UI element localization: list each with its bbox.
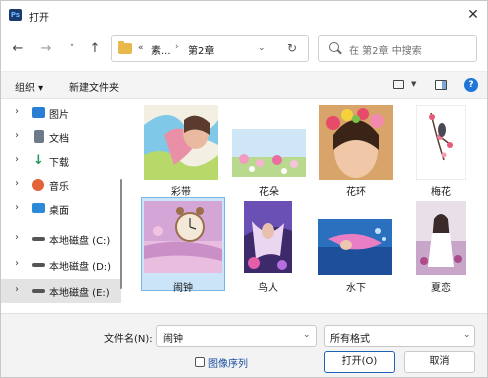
image-sequence-checkbox[interactable] <box>195 357 205 367</box>
breadcrumb-item[interactable]: 素... <box>151 42 171 57</box>
breadcrumb-overflow[interactable]: « <box>138 43 144 53</box>
search-placeholder: 在 第2章 中搜索 <box>349 46 422 57</box>
image-sequence-label[interactable]: 图像序列 <box>208 355 248 370</box>
filename-label: 文件名(N): <box>104 334 153 345</box>
image-thumbnail-plum <box>415 104 467 181</box>
file-name[interactable]: 梅花 <box>401 183 481 198</box>
file-thumbnail[interactable] <box>232 129 306 177</box>
expand-chevron-icon[interactable]: › <box>15 154 19 165</box>
expand-chevron-icon[interactable]: › <box>15 232 19 243</box>
downloads-icon: ↓ <box>33 153 44 168</box>
pictures-icon <box>32 107 45 118</box>
chevron-down-icon[interactable]: ⌄ <box>303 330 311 340</box>
expand-chevron-icon[interactable]: › <box>15 178 19 189</box>
documents-icon <box>34 130 44 143</box>
drive-icon <box>32 263 45 267</box>
expand-chevron-icon[interactable]: › <box>15 130 19 141</box>
file-thumbnail[interactable] <box>319 105 393 180</box>
organize-menu-button[interactable]: 组织 ▾ <box>15 79 43 94</box>
folder-icon <box>118 41 132 54</box>
chevron-down-icon[interactable]: ⌄ <box>463 330 471 340</box>
title-bar: Ps 打开 ✕ <box>1 1 487 29</box>
sidebar-item-music[interactable]: › 音乐 <box>1 173 121 197</box>
view-dropdown-icon[interactable]: ▼ <box>411 80 416 88</box>
dialog-footer: 文件名(N): 闹钟 ⌄ 所有格式 ⌄ 图像序列 打开(O) 取消 <box>1 313 487 377</box>
sidebar-item-label: 本地磁盘 (E:) <box>49 288 110 299</box>
recent-locations-button[interactable]: ˅ <box>64 41 80 57</box>
open-file-dialog: Ps 打开 ✕ ← → ˅ ↑ « 素... › 第2章 ⌄ ↻ 在 第2章 中… <box>0 0 488 378</box>
photoshop-app-icon: Ps <box>9 9 22 21</box>
expand-chevron-icon[interactable]: › <box>15 202 19 213</box>
close-button[interactable]: ✕ <box>465 7 481 23</box>
sidebar-item-label: 本地磁盘 (C:) <box>49 236 111 247</box>
expand-chevron-icon[interactable]: › <box>15 106 19 117</box>
search-icon <box>329 42 339 52</box>
refresh-button[interactable]: ↻ <box>287 41 297 55</box>
image-thumbnail-birdman <box>244 201 292 273</box>
address-bar[interactable]: « 素... › 第2章 ⌄ ↻ <box>111 35 309 62</box>
expand-chevron-icon[interactable]: › <box>15 258 19 269</box>
file-thumbnail[interactable] <box>144 105 218 180</box>
file-name[interactable]: 彩带 <box>141 183 221 198</box>
image-thumbnail-wreath <box>319 105 393 180</box>
sidebar-item-documents[interactable]: › 文档 <box>1 125 121 149</box>
drive-icon <box>32 289 45 293</box>
file-thumbnail[interactable] <box>244 201 292 273</box>
desktop-icon <box>32 203 45 213</box>
sidebar-item-label: 下载 <box>49 158 69 169</box>
file-name[interactable]: 花朵 <box>229 183 309 198</box>
file-type-value[interactable]: 所有格式 <box>330 330 370 345</box>
file-name[interactable]: 闹钟 <box>143 279 223 294</box>
view-mode-icon[interactable] <box>393 80 404 89</box>
file-name[interactable]: 花环 <box>316 183 396 198</box>
help-icon[interactable]: ? <box>464 78 478 92</box>
search-input[interactable]: 在 第2章 中搜索 <box>318 35 477 62</box>
dialog-title: 打开 <box>29 13 49 24</box>
sidebar-item-label: 文档 <box>49 134 69 145</box>
file-thumbnail[interactable] <box>415 104 467 181</box>
image-thumbnail-ribbon <box>144 105 218 180</box>
forward-button[interactable]: → <box>38 41 54 57</box>
sidebar-item-desktop[interactable]: › 桌面 <box>1 197 121 221</box>
sidebar-item-drive-e[interactable]: › 本地磁盘 (E:) <box>1 279 121 303</box>
filename-value[interactable]: 闹钟 <box>163 330 183 345</box>
sidebar-item-drive-d[interactable]: › 本地磁盘 (D:) <box>1 253 121 277</box>
sidebar-item-pictures[interactable]: › 图片 <box>1 101 121 125</box>
command-bar: 组织 ▾ 新建文件夹 ▼ ? <box>1 71 487 99</box>
file-thumbnail[interactable] <box>318 219 392 275</box>
file-thumbnail[interactable] <box>416 201 466 275</box>
new-folder-button[interactable]: 新建文件夹 <box>69 79 119 94</box>
image-thumbnail-flowers <box>232 129 306 177</box>
drive-icon <box>32 237 45 241</box>
breadcrumb-item[interactable]: 第2章 <box>188 42 214 57</box>
sidebar-item-label: 本地磁盘 (D:) <box>49 262 112 273</box>
sidebar-scrollbar[interactable] <box>120 179 122 289</box>
image-thumbnail-summer <box>416 201 466 275</box>
image-thumbnail-underwater <box>318 219 392 275</box>
file-name[interactable]: 鸟人 <box>228 279 308 294</box>
cancel-button[interactable]: 取消 <box>404 351 475 373</box>
music-icon <box>32 179 44 191</box>
navigation-pane: › 图片 › 文档 › ↓ 下载 › 音乐 › 桌面 › 本地磁盘 (C:) ›… <box>1 99 127 311</box>
file-list: 彩带 花朵 花环 梅花 闹钟 鸟人 水下 夏恋 <box>128 99 487 311</box>
file-name[interactable]: 夏恋 <box>401 279 481 294</box>
file-type-select[interactable]: 所有格式 ⌄ <box>324 325 475 347</box>
up-folder-button[interactable]: ↑ <box>87 41 103 57</box>
filename-input[interactable]: 闹钟 ⌄ <box>156 325 317 347</box>
sidebar-item-label: 音乐 <box>49 182 69 193</box>
back-button[interactable]: ← <box>10 41 26 57</box>
expand-chevron-icon[interactable]: › <box>15 284 19 295</box>
sidebar-item-label: 桌面 <box>49 206 69 217</box>
sidebar-item-downloads[interactable]: › ↓ 下载 <box>1 149 121 173</box>
image-thumbnail-clock <box>144 201 222 273</box>
file-name[interactable]: 水下 <box>316 279 396 294</box>
preview-pane-icon[interactable] <box>435 80 447 90</box>
breadcrumb-separator[interactable]: › <box>175 42 179 52</box>
sidebar-item-drive-c[interactable]: › 本地磁盘 (C:) <box>1 227 121 251</box>
address-dropdown-icon[interactable]: ⌄ <box>258 43 266 53</box>
file-thumbnail[interactable] <box>144 201 222 273</box>
sidebar-item-label: 图片 <box>49 110 69 121</box>
open-button[interactable]: 打开(O) <box>324 351 395 373</box>
